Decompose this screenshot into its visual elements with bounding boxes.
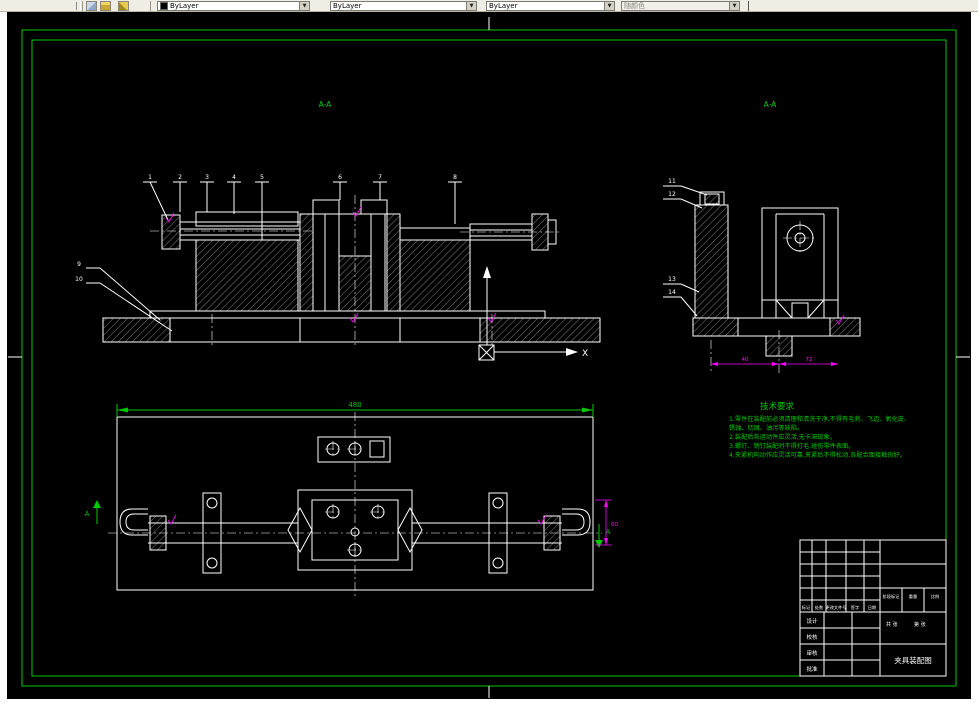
cell-label: 标记 (802, 604, 811, 611)
side-section-view: 11 12 13 14 40 72 (663, 178, 861, 374)
cell-label: 更改文件号 (826, 604, 847, 611)
weight-label: 重量 (909, 593, 917, 600)
chevron-down-icon[interactable]: ▼ (604, 2, 614, 10)
lineweight-control-combo[interactable]: ByLayer ▼ (486, 1, 615, 11)
section-label-side: A-A (764, 100, 778, 109)
technical-requirements: 技术要求 1.零件在装配前必须清理和清洗干净,不得有毛刺、飞边、氧化皮、 锈蚀、… (729, 401, 910, 459)
balloon: 10 (75, 276, 83, 283)
balloon: 6 (338, 174, 342, 181)
toolbar-separator (748, 1, 749, 11)
balloon: 11 (668, 178, 676, 185)
section-label-front: A-A (319, 100, 333, 109)
plan-view: 480 A A 60 (85, 401, 618, 596)
front-section-view: 1 2 3 4 5 6 7 8 9 10 (75, 174, 601, 348)
dim-label: 60 (611, 522, 618, 528)
balloon: 12 (668, 191, 676, 198)
scale-label: 比例 (931, 593, 939, 600)
linetype-control-value: ByLayer (333, 2, 362, 10)
cell-label: 日期 (868, 605, 876, 611)
cell-label: 批准 (806, 665, 818, 673)
tech-requirements-line: 锈蚀、切屑、油污等缺陷。 (729, 424, 803, 432)
balloon: 7 (378, 174, 382, 181)
balloon: 1 (148, 174, 152, 181)
cell-label: 处数 (815, 604, 824, 611)
lineweight-control-value: ByLayer (489, 2, 518, 10)
toolbar-separator (150, 1, 151, 11)
dim-label: 72 (806, 357, 813, 363)
ucs-icon: X (478, 266, 588, 361)
color-control-value: ByLayer (170, 2, 199, 10)
plotstyle-control-combo[interactable]: 随颜色 ▼ (621, 1, 740, 11)
color-swatch-icon (160, 2, 168, 10)
title-block-signature-rows: 设计 校核 审核 批准 (806, 617, 818, 673)
tech-requirements-line: 1.零件在装配前必须清理和清洗干净,不得有毛刺、飞边、氧化皮、 (729, 415, 910, 423)
sheets-label: 共 张 (886, 621, 898, 628)
tech-requirements-line: 4.夹紧机构动作应灵活可靠,夹紧后不得松动,各配合面接触良好。 (729, 451, 906, 459)
stage-label: 阶段标记 (883, 593, 901, 600)
toolbar-grip[interactable] (76, 2, 81, 10)
object-properties-toolbar: ByLayer ▼ ByLayer ▼ ByLayer ▼ 随颜色 ▼ (0, 0, 978, 12)
section-arrow-label: A (85, 510, 90, 518)
chevron-down-icon[interactable]: ▼ (299, 2, 309, 10)
balloon: 3 (205, 174, 209, 181)
tech-requirements-line: 3.螺钉、销钉装配时不得打毛,碰伤零件表面。 (729, 442, 854, 450)
balloon: 13 (668, 276, 676, 283)
balloon: 4 (232, 174, 236, 181)
plotstyle-control-value: 随颜色 (624, 2, 645, 10)
balloon: 14 (668, 289, 676, 296)
balloon-numbers-side: 11 12 13 14 (668, 178, 676, 296)
ucs-x-axis-label: X (582, 349, 588, 359)
drawing-canvas[interactable]: A-A A-A 1 2 3 4 5 6 7 8 9 10 X 11 12 13 … (7, 12, 971, 699)
cell-label: 校核 (806, 633, 818, 641)
title-block-rev-headers: 标记 处数 更改文件号 签字 日期 (802, 604, 876, 611)
layers-icon[interactable] (100, 1, 111, 11)
dim-label: 40 (742, 357, 749, 363)
model-space-canvas[interactable]: A-A A-A 1 2 3 4 5 6 7 8 9 10 X 11 12 13 … (7, 12, 971, 699)
balloon: 2 (178, 174, 182, 181)
balloon: 9 (77, 261, 81, 268)
toolbar-separator (82, 1, 83, 11)
cell-label: 设计 (806, 617, 818, 625)
tech-requirements-line: 2.装配后各运动件应灵活,无卡滞现象。 (729, 433, 836, 441)
section-arrow-left: A (85, 500, 101, 524)
linetype-control-combo[interactable]: ByLayer ▼ (330, 1, 477, 11)
cell-label: 签字 (851, 604, 859, 610)
make-object-layer-icon[interactable] (118, 1, 129, 11)
section-arrow-right: A (595, 524, 611, 548)
drawing-name: 夹具装配图 (894, 655, 932, 665)
color-control-combo[interactable]: ByLayer ▼ (157, 1, 310, 11)
sheet-no-label: 第 张 (914, 621, 926, 628)
tech-requirements-title: 技术要求 (760, 401, 795, 412)
title-block: 标记 处数 更改文件号 签字 日期 设计 校核 审核 批准 阶段标记 重量 比例… (799, 539, 947, 677)
layer-properties-icon[interactable] (86, 1, 97, 11)
dim-label: 480 (348, 401, 361, 409)
cell-label: 审核 (806, 649, 818, 657)
balloon: 5 (260, 174, 264, 181)
chevron-down-icon[interactable]: ▼ (466, 2, 476, 10)
balloon: 8 (453, 174, 457, 181)
chevron-down-icon[interactable]: ▼ (729, 2, 739, 10)
